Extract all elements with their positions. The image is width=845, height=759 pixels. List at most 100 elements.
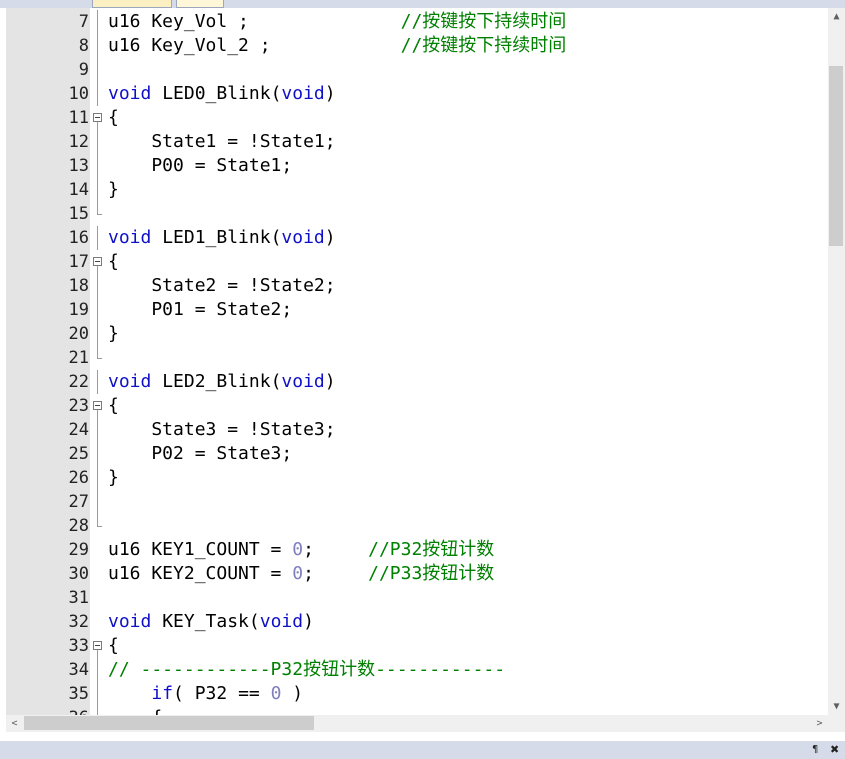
- code-token: {: [108, 107, 119, 128]
- close-icon[interactable]: ✖: [830, 743, 839, 756]
- code-line[interactable]: 29 u16 KEY1_COUNT = 0; //P32按钮计数: [6, 538, 828, 562]
- line-number: 15: [68, 204, 89, 224]
- code-line[interactable]: 14}: [6, 178, 828, 202]
- code-token: ): [324, 227, 336, 248]
- code-token: State2 = !State2;: [108, 275, 336, 296]
- code-line[interactable]: 7 u16 Key_Vol ; //按键按下持续时间: [6, 10, 828, 34]
- code-token: ): [324, 371, 336, 392]
- code-text: }: [108, 466, 119, 490]
- code-text: {: [108, 106, 119, 130]
- code-line[interactable]: 33 {: [6, 634, 828, 658]
- scroll-left-button[interactable]: <: [6, 715, 23, 732]
- file-tab[interactable]: [92, 0, 172, 8]
- code-editor[interactable]: 7 u16 Key_Vol ; //按键按下持续时间 8 u16 Key_Vol_2 …: [6, 8, 828, 715]
- code-token: u16 KEY1_COUNT =: [108, 539, 293, 560]
- code-token: ): [324, 83, 336, 104]
- code-line[interactable]: 13 P00 = State1;: [6, 154, 828, 178]
- scroll-up-button[interactable]: ▲: [828, 8, 845, 25]
- comment-token: //按键按下持续时间: [400, 35, 567, 56]
- code-line[interactable]: 17 {: [6, 250, 828, 274]
- scroll-down-button[interactable]: ▼: [828, 698, 845, 715]
- code-line[interactable]: 25 P02 = State3;: [6, 442, 828, 466]
- code-line[interactable]: 18 State2 = !State2;: [6, 274, 828, 298]
- scroll-right-button[interactable]: >: [811, 715, 828, 732]
- line-number: 9: [78, 60, 89, 80]
- code-line[interactable]: 10 void LED0_Blink(void): [6, 82, 828, 106]
- keyword-token: void: [259, 611, 304, 632]
- code-line[interactable]: 34 // ------------P32按钮计数------------: [6, 658, 828, 682]
- fold-line: [90, 490, 104, 514]
- code-line[interactable]: 15: [6, 202, 828, 226]
- code-text: P01 = State2;: [108, 298, 292, 322]
- code-line[interactable]: 32 void KEY_Task(void): [6, 610, 828, 634]
- code-text: if( P32 == 0 ): [108, 682, 303, 706]
- fold-toggle-icon[interactable]: [90, 250, 104, 274]
- code-line[interactable]: 24 State3 = !State3;: [6, 418, 828, 442]
- code-line[interactable]: 16 void LED1_Blink(void): [6, 226, 828, 250]
- file-tab-active[interactable]: [176, 0, 224, 8]
- line-number: 31: [68, 588, 89, 608]
- code-line[interactable]: 12 State1 = !State1;: [6, 130, 828, 154]
- fold-line: [90, 706, 104, 715]
- keyword-token: void: [108, 227, 152, 248]
- line-number: 34: [68, 660, 89, 680]
- code-line[interactable]: 36 {: [6, 706, 828, 715]
- fold-line: [90, 130, 104, 154]
- code-token: ( P32 ==: [173, 683, 271, 704]
- horizontal-scroll-thumb[interactable]: [24, 716, 314, 730]
- fold-toggle-icon[interactable]: [90, 634, 104, 658]
- fold-line: [90, 442, 104, 466]
- code-token: State1 = !State1;: [108, 131, 336, 152]
- code-token: u16 KEY2_COUNT =: [108, 563, 293, 584]
- vertical-scroll-thumb[interactable]: [829, 66, 843, 246]
- fold-line: [90, 226, 104, 250]
- code-token: u16 Key_Vol ;: [108, 11, 401, 32]
- code-token: State3 = !State3;: [108, 419, 336, 440]
- code-line[interactable]: 30 u16 KEY2_COUNT = 0; //P33按钮计数: [6, 562, 828, 586]
- line-number: 24: [68, 420, 89, 440]
- code-token: P00 = State1;: [108, 155, 293, 176]
- code-line[interactable]: 22 void LED2_Blink(void): [6, 370, 828, 394]
- keyword-token: void: [108, 611, 152, 632]
- comment-token: //P33按钮计数: [368, 563, 495, 584]
- code-line[interactable]: 11 {: [6, 106, 828, 130]
- fold-toggle-icon[interactable]: [90, 394, 104, 418]
- code-line[interactable]: 21: [6, 346, 828, 370]
- keyword-token: void: [281, 227, 325, 248]
- code-text: {: [108, 250, 119, 274]
- fold-empty: [90, 562, 104, 586]
- code-line[interactable]: 28: [6, 514, 828, 538]
- code-line[interactable]: 26}: [6, 466, 828, 490]
- vertical-scrollbar[interactable]: ▲ ▼: [828, 8, 845, 715]
- code-token: P02 = State3;: [108, 443, 293, 464]
- code-line[interactable]: 27: [6, 490, 828, 514]
- comment-token: //按键按下持续时间: [400, 11, 567, 32]
- code-line[interactable]: 23 {: [6, 394, 828, 418]
- horizontal-scrollbar[interactable]: < >: [6, 715, 828, 732]
- code-line[interactable]: 8 u16 Key_Vol_2 ; //按键按下持续时间: [6, 34, 828, 58]
- line-number: 12: [68, 132, 89, 152]
- line-number: 21: [68, 348, 89, 368]
- code-line[interactable]: 9: [6, 58, 828, 82]
- code-line[interactable]: 19 P01 = State2;: [6, 298, 828, 322]
- comment-token: //P32按钮计数: [368, 539, 495, 560]
- code-token: u16 Key_Vol_2 ;: [108, 35, 401, 56]
- code-token: P01 = State2;: [108, 299, 293, 320]
- line-number: 33: [68, 636, 89, 656]
- fold-line: [90, 682, 104, 706]
- code-line[interactable]: 20}: [6, 322, 828, 346]
- line-number: 7: [78, 12, 89, 32]
- line-number: 23: [68, 396, 89, 416]
- line-number: 20: [68, 324, 89, 344]
- pushpin-icon[interactable]: ¶: [812, 744, 818, 755]
- code-text: void LED0_Blink(void): [108, 82, 336, 106]
- scrollbar-corner: [828, 715, 845, 732]
- code-line[interactable]: 35 if( P32 == 0 ): [6, 682, 828, 706]
- fold-toggle-icon[interactable]: [90, 106, 104, 130]
- code-line[interactable]: 31: [6, 586, 828, 610]
- code-text: State2 = !State2;: [108, 274, 336, 298]
- number-token: 0: [270, 683, 282, 704]
- code-token: KEY_Task(: [151, 611, 260, 632]
- fold-empty: [90, 538, 104, 562]
- tab-strip: [0, 0, 845, 8]
